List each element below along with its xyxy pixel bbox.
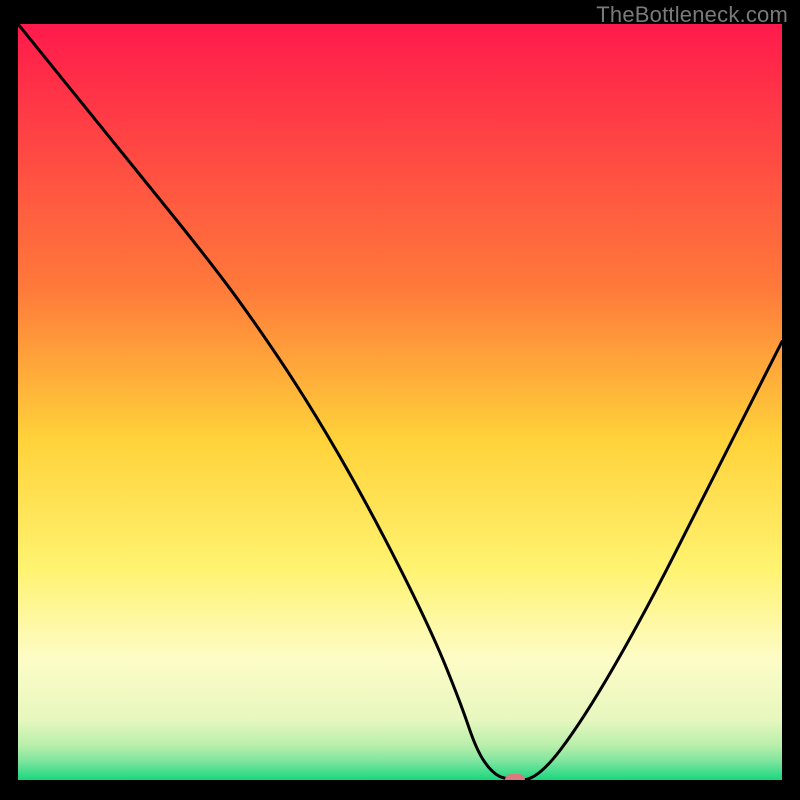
chart-frame: TheBottleneck.com — [0, 0, 800, 800]
gradient-rect — [18, 24, 782, 780]
optimal-marker — [505, 774, 525, 780]
plot-area — [18, 24, 782, 780]
watermark-text: TheBottleneck.com — [596, 2, 788, 28]
chart-svg — [18, 24, 782, 780]
